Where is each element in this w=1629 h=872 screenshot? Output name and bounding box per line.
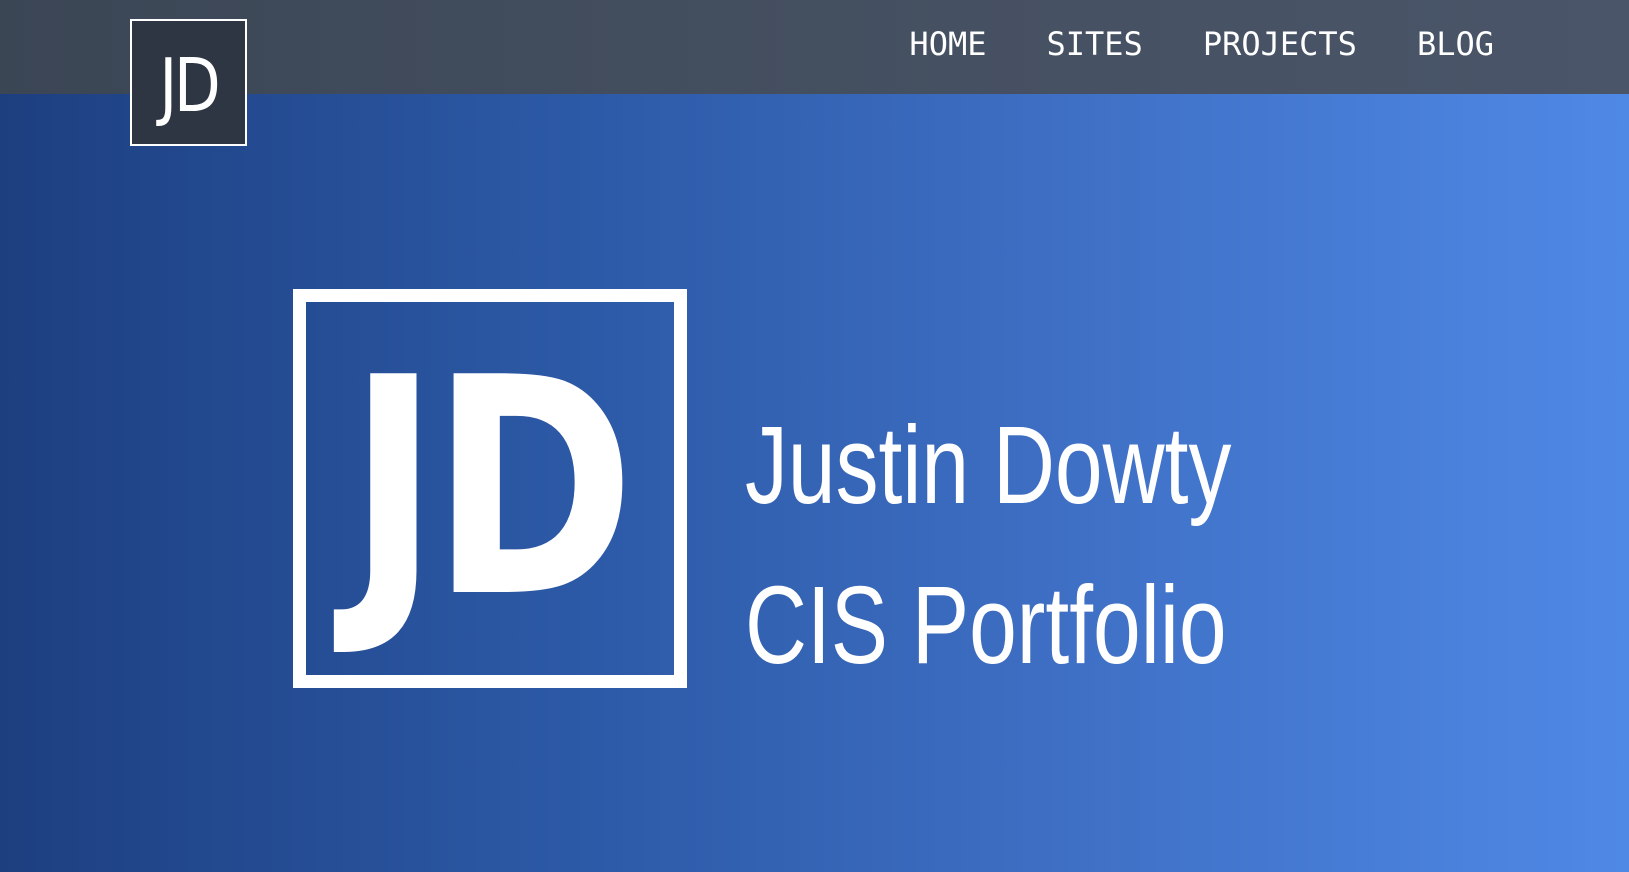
nav-logo[interactable]: JD	[130, 19, 247, 146]
nav-menu: HOME SITES PROJECTS BLOG	[849, 0, 1494, 88]
hero-logo: JD	[293, 289, 687, 688]
hero-title-name: Justin Dowty	[745, 404, 1232, 527]
hero-title: Justin Dowty CIS Portfolio	[745, 386, 1231, 706]
top-navbar: JD HOME SITES PROJECTS BLOG	[0, 0, 1629, 146]
hero-title-subtitle: CIS Portfolio	[745, 564, 1227, 687]
nav-link-projects[interactable]: PROJECTS	[1203, 25, 1357, 63]
nav-link-blog[interactable]: BLOG	[1417, 25, 1494, 63]
nav-logo-text: JD	[159, 42, 220, 129]
nav-link-sites[interactable]: SITES	[1046, 25, 1142, 63]
hero-logo-text: JD	[347, 314, 635, 663]
nav-link-home[interactable]: HOME	[909, 25, 986, 63]
